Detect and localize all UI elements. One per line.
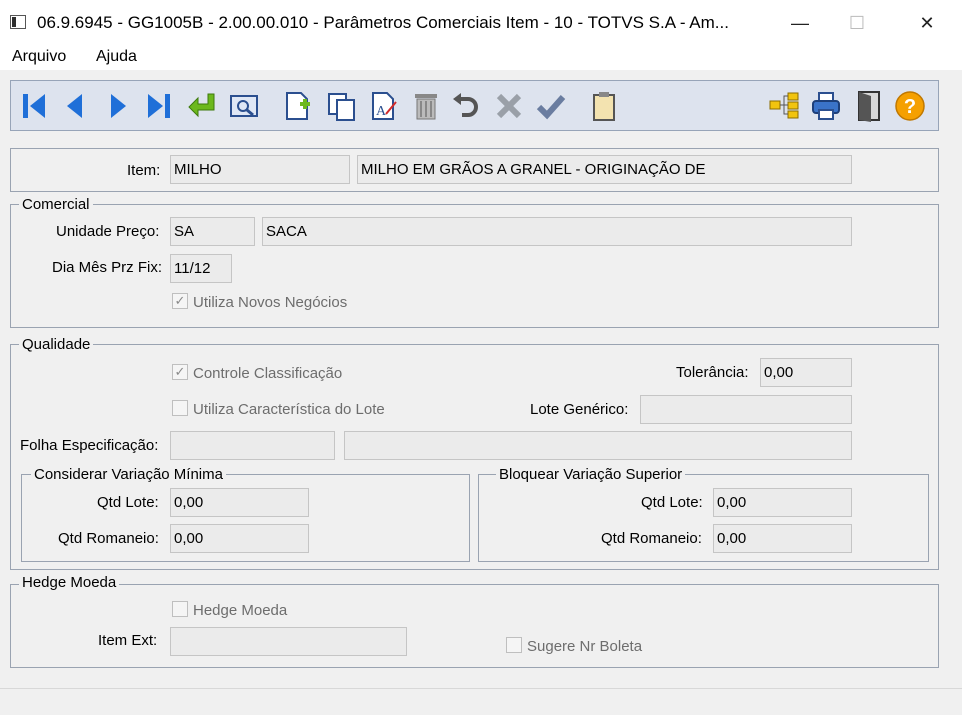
app-window-icon bbox=[10, 15, 26, 29]
superior-qtd-romaneio-field[interactable]: 0,00 bbox=[713, 524, 852, 553]
variacao-superior-group bbox=[478, 474, 929, 562]
edit-icon[interactable]: A bbox=[368, 88, 400, 124]
save-icon[interactable] bbox=[535, 88, 567, 124]
hedge-moeda-group bbox=[10, 584, 939, 668]
caracteristica-lote-checkbox[interactable]: Utiliza Característica do Lote bbox=[172, 400, 385, 419]
close-button[interactable]: ✕ bbox=[904, 0, 950, 46]
superior-qtd-lote-label: Qtd Lote: bbox=[641, 494, 703, 511]
item-ext-label: Item Ext: bbox=[98, 632, 158, 649]
variacao-superior-title: Bloquear Variação Superior bbox=[496, 466, 686, 483]
next-record-icon[interactable] bbox=[102, 88, 134, 124]
novos-negocios-checkbox[interactable]: ✓ Utiliza Novos Negócios bbox=[172, 293, 348, 312]
controle-classificacao-label: Controle Classificação bbox=[193, 365, 343, 382]
item-code-field[interactable]: MILHO bbox=[170, 155, 350, 184]
item-description-field[interactable]: MILHO EM GRÃOS A GRANEL - ORIGINAÇÃO DE bbox=[357, 155, 852, 184]
superior-qtd-lote-field[interactable]: 0,00 bbox=[713, 488, 852, 517]
hedge-moeda-checkbox[interactable]: Hedge Moeda bbox=[172, 601, 288, 620]
controle-classificacao-checkbox[interactable]: ✓ Controle Classificação bbox=[172, 364, 343, 383]
help-glyph: ? bbox=[904, 96, 916, 118]
checkmark-icon: ✓ bbox=[172, 293, 188, 310]
help-icon[interactable]: ? bbox=[894, 88, 926, 124]
sugere-boleta-label: Sugere Nr Boleta bbox=[527, 638, 643, 655]
first-record-icon[interactable] bbox=[19, 88, 51, 124]
minima-qtd-romaneio-label: Qtd Romaneio: bbox=[58, 530, 159, 547]
copy-icon[interactable] bbox=[326, 88, 358, 124]
menu-bar bbox=[0, 46, 962, 70]
folha-especificacao-label: Folha Especificação: bbox=[20, 437, 159, 454]
item-ext-field[interactable] bbox=[170, 627, 407, 656]
unidade-preco-desc-field[interactable]: SACA bbox=[262, 217, 852, 246]
checkmark-icon: ✓ bbox=[172, 364, 188, 381]
exit-door-icon[interactable] bbox=[853, 88, 885, 124]
print-icon[interactable] bbox=[810, 88, 842, 124]
cancel-icon[interactable] bbox=[493, 88, 525, 124]
tolerancia-label: Tolerância: bbox=[676, 364, 749, 381]
dia-mes-field[interactable]: 11/12 bbox=[170, 254, 232, 283]
previous-record-icon[interactable] bbox=[58, 88, 90, 124]
delete-icon[interactable] bbox=[410, 88, 442, 124]
window-title: 06.9.6945 - GG1005B - 2.00.00.010 - Parâ… bbox=[37, 13, 729, 32]
hedge-moeda-label: Hedge Moeda bbox=[193, 602, 288, 619]
variacao-minima-title: Considerar Variação Mínima bbox=[31, 466, 226, 483]
lote-generico-label: Lote Genérico: bbox=[530, 401, 629, 418]
menu-ajuda[interactable]: Ajuda bbox=[96, 48, 137, 66]
search-icon[interactable] bbox=[228, 88, 260, 124]
novos-negocios-label: Utiliza Novos Negócios bbox=[193, 294, 348, 311]
maximize-button[interactable]: ☐ bbox=[834, 0, 880, 46]
dia-mes-label: Dia Mês Prz Fix: bbox=[52, 259, 163, 276]
sugere-boleta-checkbox[interactable]: Sugere Nr Boleta bbox=[506, 637, 643, 656]
caracteristica-lote-label: Utiliza Característica do Lote bbox=[193, 401, 385, 418]
svg-text:A: A bbox=[376, 104, 387, 119]
hedge-moeda-title: Hedge Moeda bbox=[19, 574, 120, 591]
minima-qtd-lote-label: Qtd Lote: bbox=[97, 494, 159, 511]
clipboard-icon[interactable] bbox=[588, 88, 620, 124]
superior-qtd-romaneio-label: Qtd Romaneio: bbox=[601, 530, 702, 547]
qualidade-title: Qualidade bbox=[19, 336, 94, 353]
minimize-button[interactable]: — bbox=[777, 0, 823, 46]
undo-icon[interactable] bbox=[450, 88, 482, 124]
unidade-preco-label: Unidade Preço: bbox=[56, 223, 160, 240]
unidade-preco-code-field[interactable]: SA bbox=[170, 217, 255, 246]
item-label: Item: bbox=[127, 162, 161, 179]
minima-qtd-romaneio-field[interactable]: 0,00 bbox=[170, 524, 309, 553]
status-bar bbox=[0, 688, 962, 715]
tree-icon[interactable] bbox=[768, 88, 800, 124]
folha-code-field[interactable] bbox=[170, 431, 335, 460]
tolerancia-field[interactable]: 0,00 bbox=[760, 358, 852, 387]
minima-qtd-lote-field[interactable]: 0,00 bbox=[170, 488, 309, 517]
new-record-icon[interactable] bbox=[282, 88, 314, 124]
goto-icon[interactable] bbox=[186, 88, 218, 124]
folha-desc-field[interactable] bbox=[344, 431, 852, 460]
comercial-title: Comercial bbox=[19, 196, 93, 213]
lote-generico-field[interactable] bbox=[640, 395, 852, 424]
menu-arquivo[interactable]: Arquivo bbox=[12, 48, 66, 66]
last-record-icon[interactable] bbox=[143, 88, 175, 124]
